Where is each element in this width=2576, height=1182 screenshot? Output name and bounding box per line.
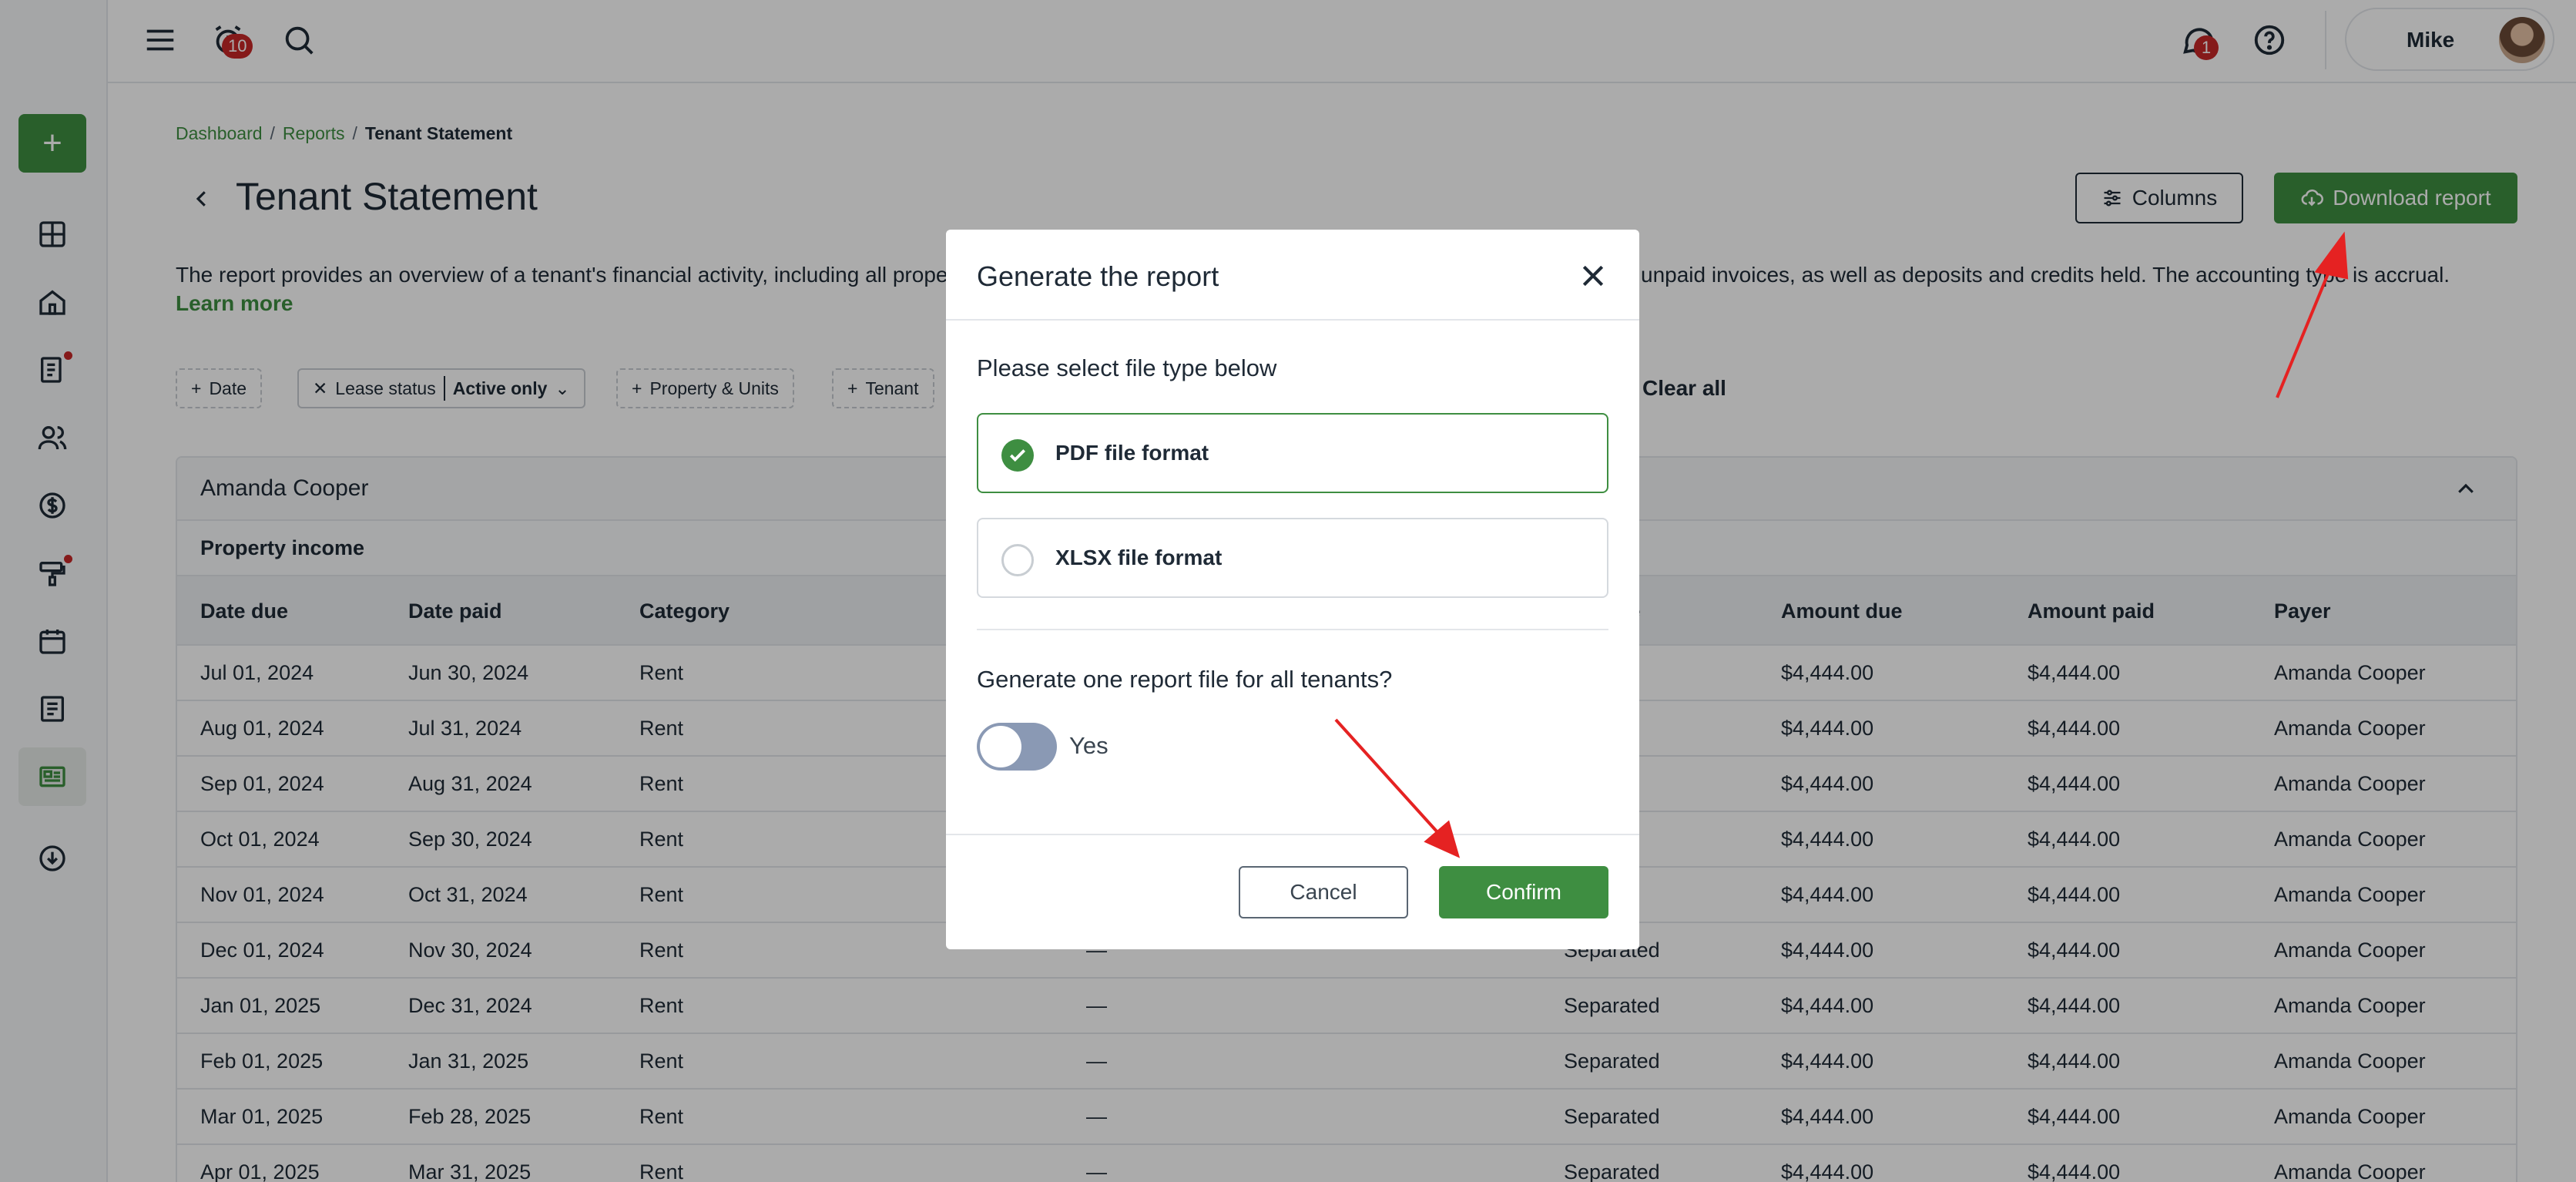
- combine-prompt: Generate one report file for all tenants…: [977, 666, 1393, 693]
- check-icon: [1001, 439, 1034, 472]
- confirm-button[interactable]: Confirm: [1439, 866, 1608, 918]
- combine-toggle[interactable]: [977, 723, 1057, 771]
- toggle-label: Yes: [1069, 732, 1109, 759]
- radio-icon: [1001, 544, 1034, 576]
- option-pdf[interactable]: PDF file format: [977, 413, 1608, 493]
- dialog-title: Generate the report: [977, 260, 1219, 292]
- generate-report-dialog: Generate the report Please select file t…: [946, 230, 1639, 949]
- close-icon[interactable]: [1578, 260, 1608, 291]
- file-type-prompt: Please select file type below: [977, 354, 1277, 381]
- option-xlsx[interactable]: XLSX file format: [977, 518, 1608, 598]
- cancel-button[interactable]: Cancel: [1239, 866, 1408, 918]
